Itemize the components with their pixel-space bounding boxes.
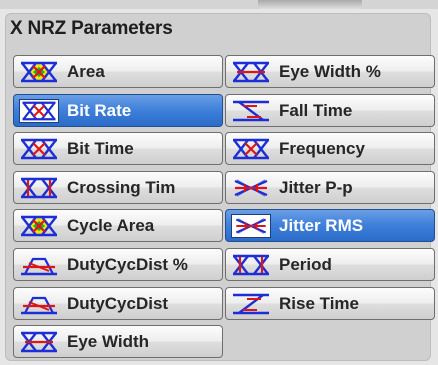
duty-cycle-distortion-icon: [21, 296, 57, 314]
eye-diagram-frequency-icon: [233, 138, 269, 159]
eye-diagram-width-icon: [21, 331, 57, 352]
top-strip: [0, 0, 438, 9]
bit-rate-label: Bit Rate: [67, 100, 132, 120]
eye-diagram-bitrate-icon: [19, 98, 59, 123]
cycle-area-label: Cycle Area: [67, 215, 155, 235]
eye-diagram-period-icon: [233, 254, 269, 275]
eye-width-label: Eye Width: [67, 331, 150, 351]
jitter-rms-label: Jitter RMS: [279, 215, 364, 235]
frequency-label: Frequency: [279, 138, 365, 158]
dutycycdist-pct-label: DutyCycDist %: [67, 254, 188, 274]
eye-diagram-bittime-icon: [21, 138, 57, 159]
falling-edge-icon: [233, 100, 269, 121]
rising-edge-icon: [233, 293, 269, 314]
dutycycdist-pct-button[interactable]: DutyCycDist %: [13, 248, 223, 281]
eye-crossing-icon: [21, 177, 57, 198]
eye-width-pct-label: Eye Width %: [279, 61, 381, 81]
jitter-crossing-icon: [231, 213, 271, 238]
bit-rate-button[interactable]: Bit Rate: [13, 94, 223, 127]
rise-time-label: Rise Time: [279, 293, 360, 313]
eye-width-button[interactable]: Eye Width: [13, 325, 223, 358]
dutycycdist-label: DutyCycDist: [67, 293, 169, 313]
jitter-pp-label: Jitter P-p: [279, 177, 353, 197]
cycle-area-button[interactable]: Cycle Area: [13, 209, 223, 242]
area-label: Area: [67, 61, 105, 81]
panel-title: X NRZ Parameters: [10, 18, 173, 39]
jitter-rms-button[interactable]: Jitter RMS: [225, 209, 435, 242]
eye-diagram-width-icon: [233, 61, 269, 82]
period-label: Period: [279, 254, 332, 274]
bit-time-button[interactable]: Bit Time: [13, 132, 223, 165]
jitter-pp-button[interactable]: Jitter P-p: [225, 171, 435, 204]
bit-time-label: Bit Time: [67, 138, 134, 158]
rise-time-button[interactable]: Rise Time: [225, 287, 435, 320]
fall-time-button[interactable]: Fall Time: [225, 94, 435, 127]
fall-time-label: Fall Time: [279, 100, 353, 120]
duty-cycle-distortion-icon: [21, 257, 57, 275]
eye-filled-yellow-green-icon: [21, 61, 57, 82]
crossing-time-button[interactable]: Crossing Tim: [13, 171, 223, 204]
dutycycdist-button[interactable]: DutyCycDist: [13, 287, 223, 320]
crossing-time-label: Crossing Tim: [67, 177, 176, 197]
eye-filled-yellow-green-icon: [21, 215, 57, 236]
period-button[interactable]: Period: [225, 248, 435, 281]
eye-width-pct-button[interactable]: Eye Width %: [225, 55, 435, 88]
top-tab-edge: [258, 0, 362, 9]
jitter-crossing-icon: [234, 178, 268, 197]
frequency-button[interactable]: Frequency: [225, 132, 435, 165]
area-button[interactable]: Area: [13, 55, 223, 88]
